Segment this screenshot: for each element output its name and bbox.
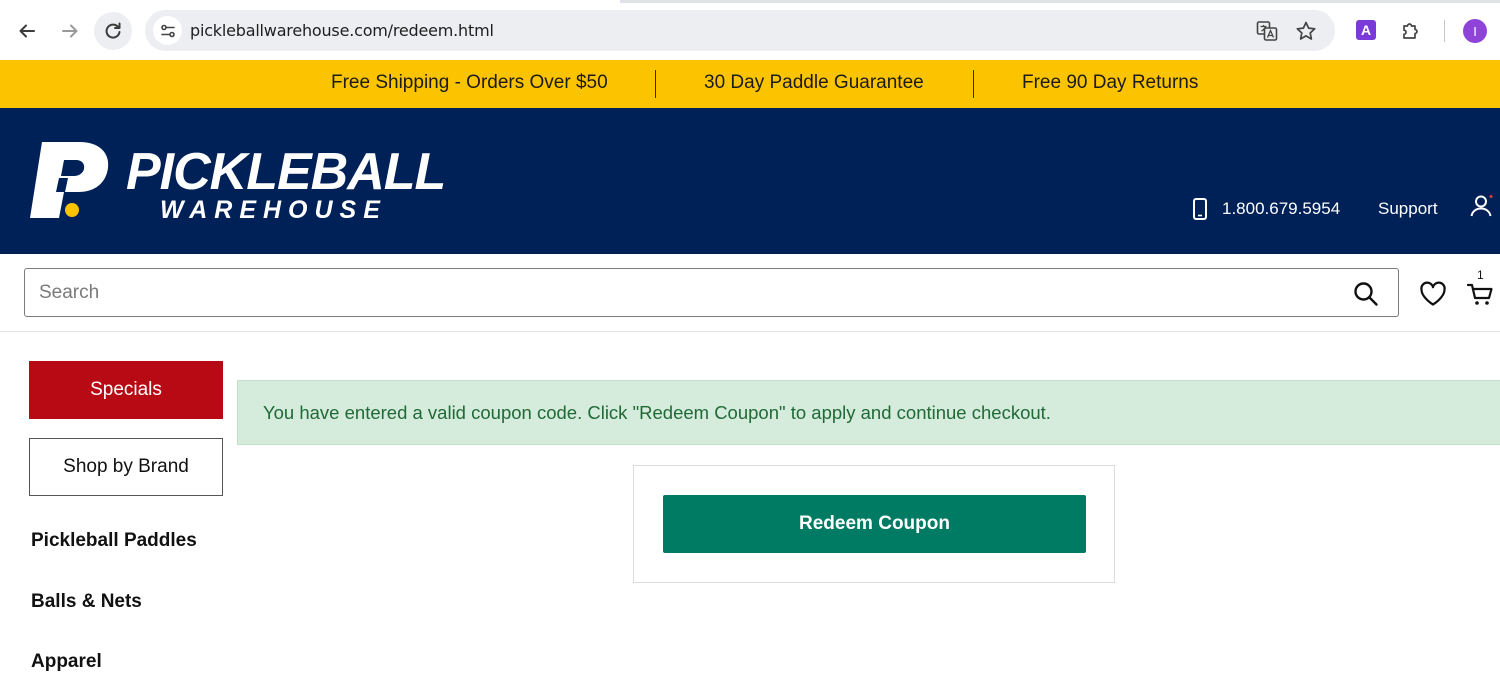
bookmark-button[interactable]	[1294, 19, 1318, 43]
logo-mark[interactable]	[28, 140, 112, 225]
logo-text-pickleball[interactable]: PICKLEBALL	[126, 142, 446, 202]
browser-toolbar: pickleballwarehouse.com/redeem.html A I	[0, 0, 1500, 60]
translate-icon	[1256, 21, 1278, 41]
profile-avatar[interactable]: I	[1463, 19, 1487, 43]
reload-icon	[105, 22, 121, 39]
extensions-menu-button[interactable]	[1399, 18, 1423, 42]
phone-number[interactable]: 1.800.679.5954	[1222, 199, 1340, 219]
sidebar-item-balls-nets[interactable]: Balls & Nets	[31, 591, 142, 613]
promo-paddle-guarantee[interactable]: 30 Day Paddle Guarantee	[704, 72, 924, 94]
tab-strip-edge	[0, 0, 1500, 3]
star-icon	[1296, 21, 1316, 40]
promo-divider	[655, 70, 656, 98]
back-button[interactable]	[8, 12, 46, 50]
back-icon	[19, 24, 35, 38]
search-box	[24, 268, 1399, 317]
redeem-panel: Redeem Coupon	[633, 465, 1115, 583]
coupon-success-alert: You have entered a valid coupon code. Cl…	[237, 380, 1500, 445]
promo-free-returns[interactable]: Free 90 Day Returns	[1022, 72, 1198, 94]
redeem-coupon-button[interactable]: Redeem Coupon	[663, 495, 1086, 553]
user-icon[interactable]	[1469, 194, 1493, 218]
forward-button[interactable]	[51, 12, 89, 50]
url-text[interactable]: pickleballwarehouse.com/redeem.html	[190, 21, 494, 40]
translate-button[interactable]	[1255, 19, 1279, 43]
toolbar-divider	[1444, 20, 1445, 42]
support-link[interactable]: Support	[1378, 199, 1438, 219]
address-bar[interactable]: pickleballwarehouse.com/redeem.html	[145, 10, 1335, 51]
site-header: PICKLEBALL WAREHOUSE 1.800.679.5954 Supp…	[0, 108, 1500, 254]
forward-icon	[62, 24, 78, 38]
cart-icon[interactable]	[1466, 281, 1494, 307]
heart-icon[interactable]	[1419, 281, 1447, 307]
site-info-icon	[160, 24, 175, 37]
shop-by-brand-button[interactable]: Shop by Brand	[29, 438, 223, 496]
search-row: 1	[0, 254, 1500, 332]
promo-bar: Free Shipping - Orders Over $50 30 Day P…	[0, 60, 1500, 108]
promo-free-shipping[interactable]: Free Shipping - Orders Over $50	[331, 72, 608, 94]
sidebar-item-apparel[interactable]: Apparel	[31, 651, 102, 673]
extension-a-button[interactable]: A	[1354, 18, 1378, 42]
alert-message: You have entered a valid coupon code. Cl…	[263, 402, 1051, 423]
specials-button[interactable]: Specials	[29, 361, 223, 419]
extension-badge: A	[1360, 22, 1372, 38]
search-input[interactable]	[39, 279, 1339, 307]
cart-count: 1	[1477, 268, 1484, 282]
puzzle-icon	[1403, 23, 1418, 39]
search-icon[interactable]	[1353, 281, 1379, 307]
sidebar-item-pickleball-paddles[interactable]: Pickleball Paddles	[31, 530, 197, 552]
logo-text-warehouse[interactable]: WAREHOUSE	[160, 196, 387, 225]
pickleball-logo-icon	[30, 142, 109, 218]
site-info-button[interactable]	[153, 16, 182, 45]
reload-button[interactable]	[94, 12, 132, 50]
phone-icon	[1193, 198, 1207, 220]
promo-divider	[973, 70, 974, 98]
